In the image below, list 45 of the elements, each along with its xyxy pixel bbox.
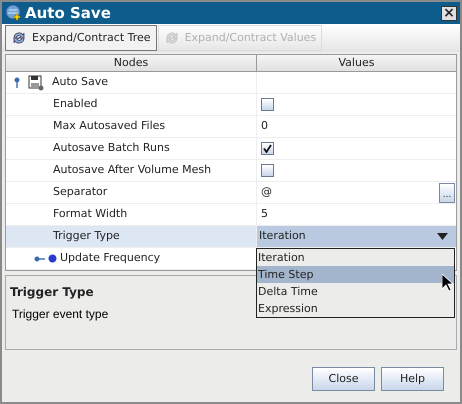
description-text: Trigger event type	[11, 306, 108, 323]
tree-node-label[interactable]: Auto Save	[52, 74, 108, 91]
dropdown-arrow-icon	[437, 233, 448, 240]
value-text: 0	[261, 118, 268, 134]
dialog-button[interactable]: Help	[381, 367, 444, 391]
table-row[interactable]: Separator @ ...	[6, 182, 456, 204]
table-row[interactable]: Trigger Type Iteration	[6, 226, 456, 248]
refresh-icon	[11, 30, 27, 46]
key-icon[interactable]	[34, 256, 45, 262]
table-row[interactable]: Autosave After Volume Mesh	[6, 160, 456, 182]
toolbar-button[interactable]: Expand/Contract Tree	[5, 25, 157, 51]
value-text: 5	[261, 206, 268, 222]
property-label: Enabled	[52, 96, 98, 112]
dropdown-option[interactable]: Iteration	[257, 249, 454, 266]
check-icon	[263, 144, 272, 153]
checkbox[interactable]	[261, 142, 274, 155]
checkbox[interactable]	[261, 98, 274, 111]
refresh-icon	[164, 30, 180, 46]
property-label: Trigger Type	[52, 228, 120, 244]
tree-node-label[interactable]: Update Frequency	[60, 250, 160, 267]
browse-button[interactable]: ...	[439, 182, 455, 202]
pin-icon[interactable]	[14, 77, 20, 88]
dot-icon	[48, 254, 57, 263]
table-row[interactable]: Autosave Batch Runs	[6, 138, 456, 160]
close-button[interactable]: ×	[441, 6, 457, 20]
value-text: @	[261, 184, 272, 200]
column-header: Nodes	[6, 55, 257, 71]
dialog-button[interactable]: Close	[312, 367, 375, 391]
property-label: Separator	[52, 184, 108, 200]
dropdown-option[interactable]: Expression	[257, 300, 454, 317]
table-row[interactable]: Enabled	[6, 94, 456, 116]
property-label: Autosave Batch Runs	[52, 140, 170, 156]
mouse-cursor-icon	[442, 274, 453, 291]
property-label: Autosave After Volume Mesh	[52, 162, 212, 178]
app-icon	[5, 4, 23, 22]
checkbox[interactable]	[261, 164, 274, 177]
dropdown-option[interactable]: Delta Time	[257, 283, 454, 300]
property-label: Format Width	[52, 206, 128, 222]
column-header: Values	[338, 55, 376, 71]
combo-box[interactable]: Iteration	[259, 226, 456, 247]
table-row[interactable]: Max Autosaved Files 0	[6, 116, 456, 138]
description-title: Trigger Type	[10, 284, 94, 301]
dropdown-option[interactable]: Time Step	[257, 266, 454, 283]
property-label: Max Autosaved Files	[52, 118, 166, 134]
window-title: Auto Save	[25, 2, 111, 24]
